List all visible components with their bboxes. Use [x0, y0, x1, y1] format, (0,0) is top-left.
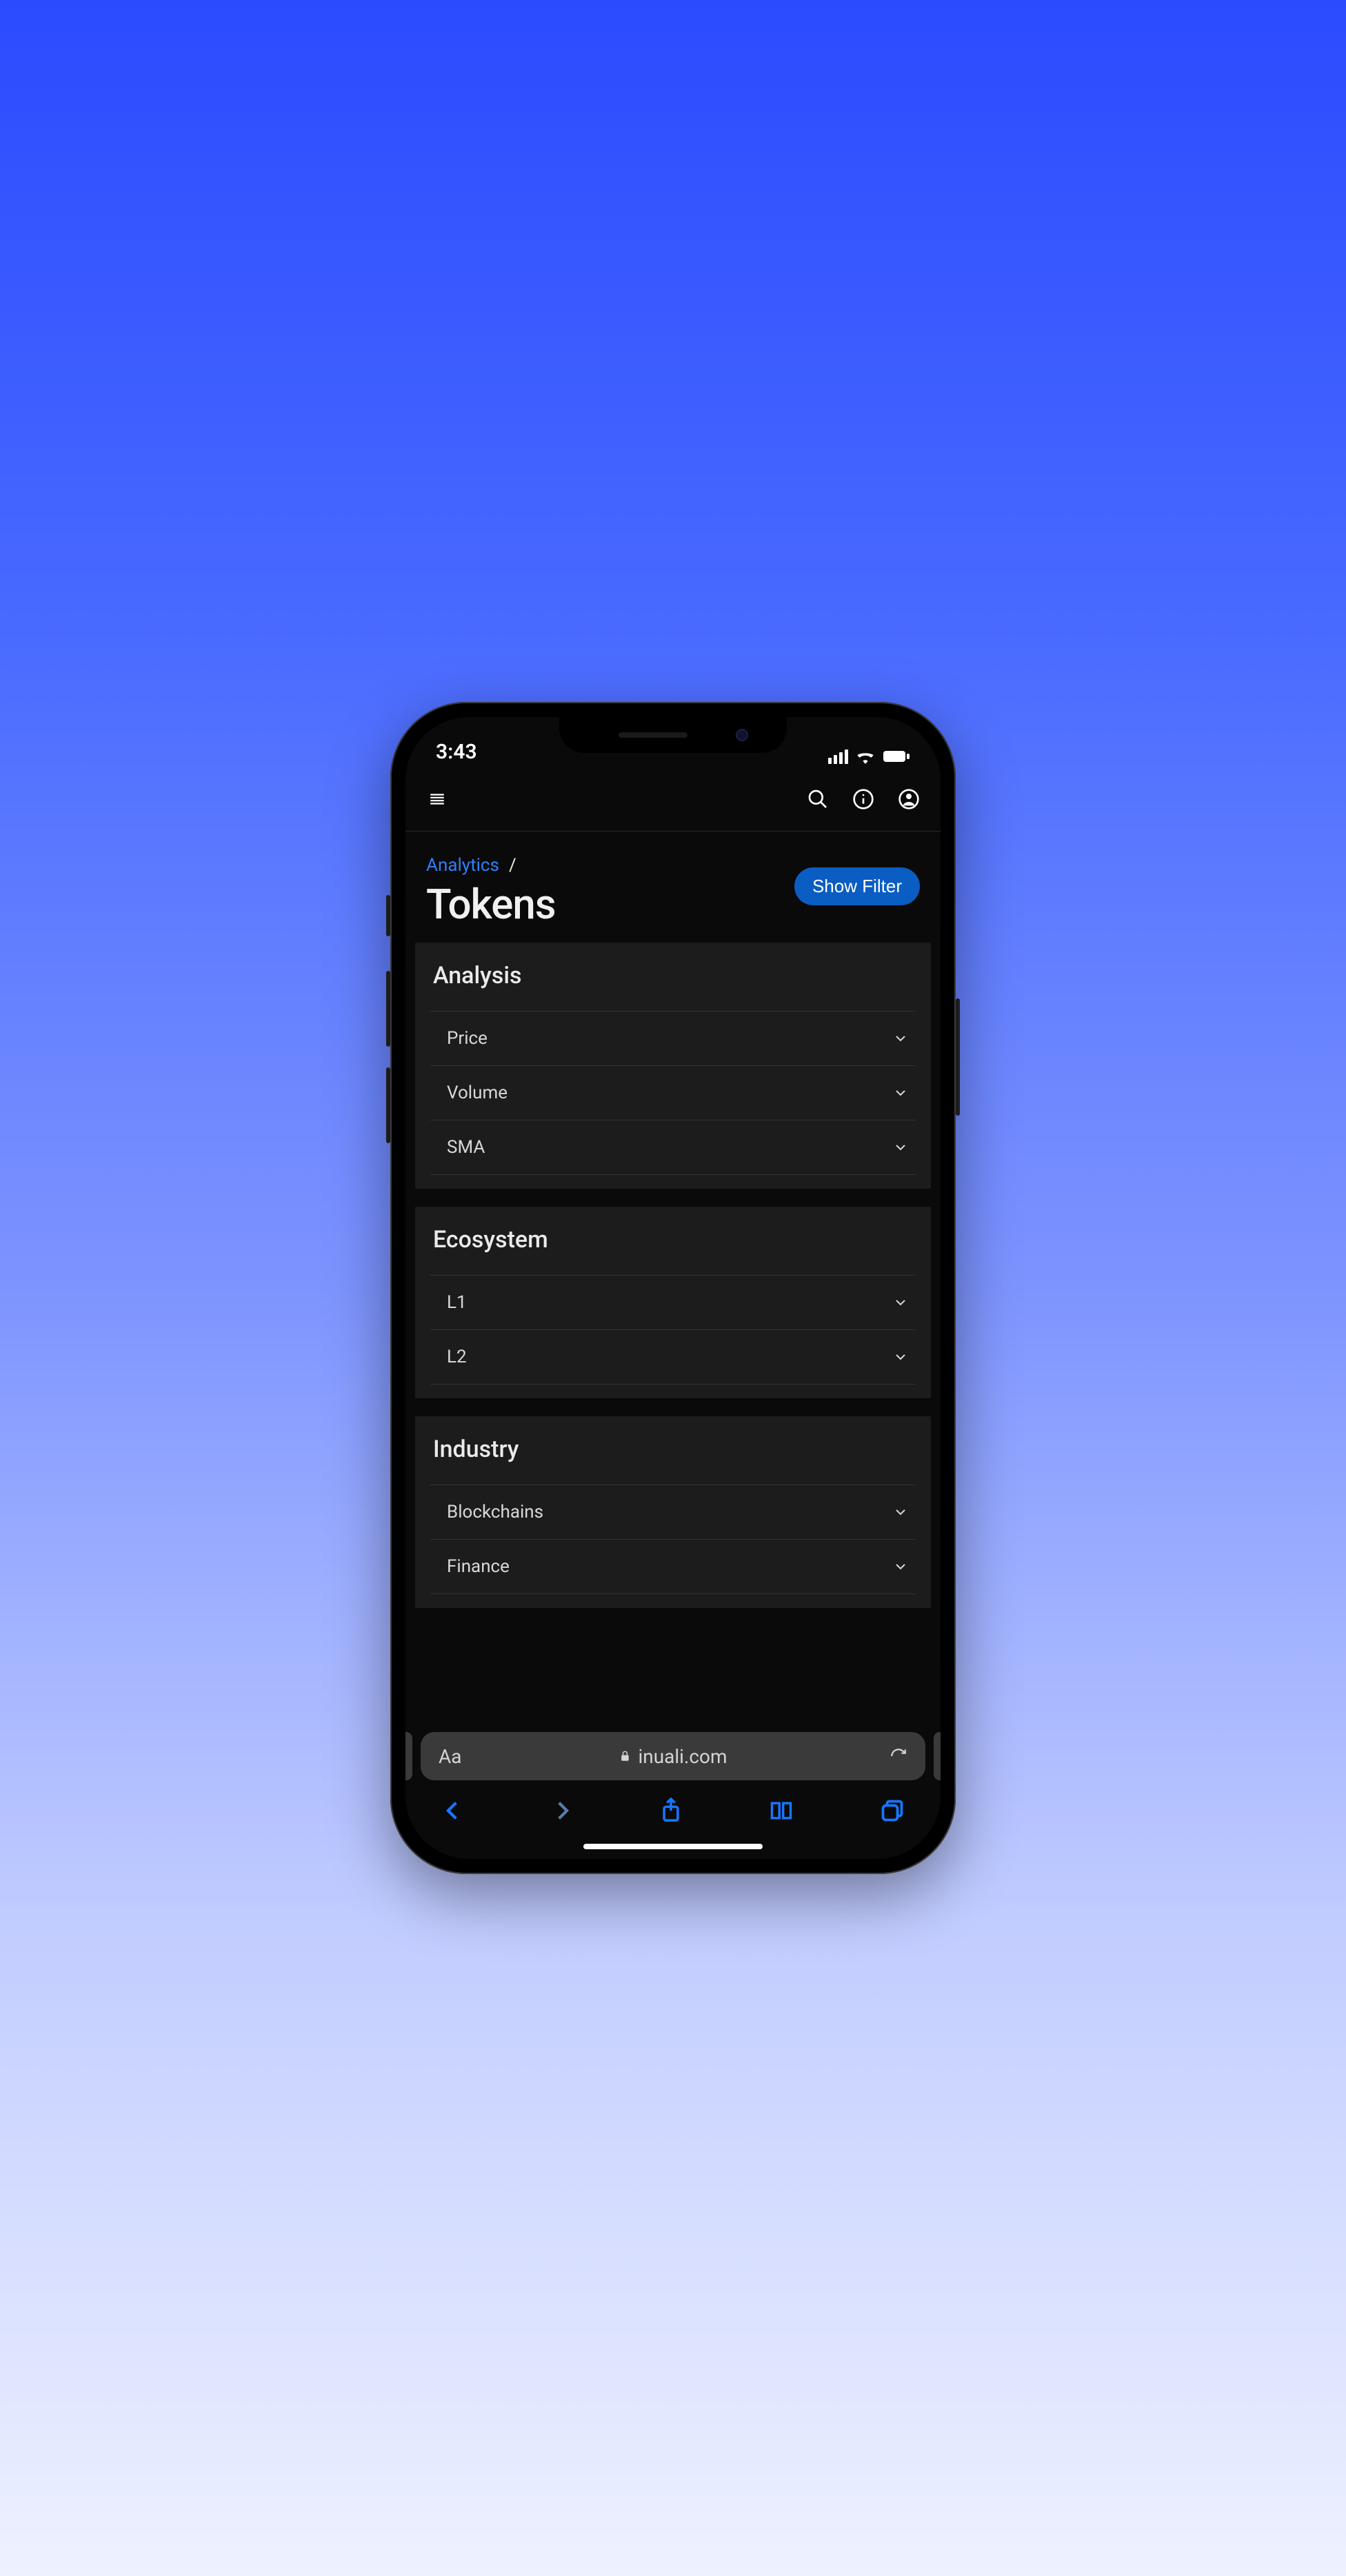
row-blockchains[interactable]: Blockchains	[430, 1485, 916, 1540]
content-area: Analysis Price Volume SMA Ecosystem L1	[405, 943, 941, 1732]
chevron-down-icon	[892, 1504, 909, 1520]
breadcrumb-separator: /	[509, 855, 516, 876]
back-button[interactable]	[441, 1799, 465, 1825]
status-time: 3:43	[436, 740, 477, 764]
row-volume[interactable]: Volume	[430, 1065, 916, 1120]
share-button[interactable]	[659, 1797, 683, 1827]
panel-title: Analysis	[430, 962, 916, 989]
row-finance[interactable]: Finance	[430, 1539, 916, 1594]
bookmarks-button[interactable]	[768, 1799, 794, 1825]
show-filter-button[interactable]: Show Filter	[794, 867, 920, 905]
chevron-down-icon	[892, 1349, 909, 1365]
forward-button[interactable]	[550, 1799, 574, 1825]
row-label: SMA	[447, 1137, 485, 1158]
browser-chrome: Aa inuali.com	[405, 1732, 941, 1859]
row-sma[interactable]: SMA	[430, 1120, 916, 1175]
url-bar[interactable]: Aa inuali.com	[421, 1732, 925, 1780]
volume-up-button	[386, 971, 390, 1047]
app-header	[405, 767, 941, 832]
row-label: Finance	[447, 1556, 510, 1577]
row-label: L2	[447, 1347, 467, 1367]
cellular-icon	[828, 749, 848, 764]
volume-down-button	[386, 1067, 390, 1143]
url-domain: inuali.com	[638, 1745, 727, 1768]
row-label: Blockchains	[447, 1502, 543, 1522]
phone-frame: 3:43	[390, 702, 956, 1874]
search-icon[interactable]	[807, 788, 829, 810]
reload-icon[interactable]	[890, 1747, 907, 1765]
power-button	[956, 998, 960, 1116]
chevron-down-icon	[892, 1030, 909, 1047]
page-title: Tokens	[426, 880, 556, 929]
wifi-icon	[855, 749, 876, 764]
panel-title: Industry	[430, 1436, 916, 1463]
panel-analysis: Analysis Price Volume SMA	[415, 943, 931, 1189]
home-indicator[interactable]	[583, 1844, 763, 1849]
row-l2[interactable]: L2	[430, 1329, 916, 1385]
battery-icon	[883, 749, 910, 763]
row-price[interactable]: Price	[430, 1011, 916, 1066]
row-label: Price	[447, 1028, 488, 1049]
tabs-button[interactable]	[880, 1798, 905, 1826]
chevron-down-icon	[892, 1558, 909, 1575]
page-head: Analytics / Tokens Show Filter	[405, 832, 941, 943]
panel-ecosystem: Ecosystem L1 L2	[415, 1207, 931, 1398]
panel-industry: Industry Blockchains Finance	[415, 1416, 931, 1608]
chevron-down-icon	[892, 1139, 909, 1156]
menu-icon[interactable]	[426, 790, 448, 808]
reader-mode-button[interactable]: Aa	[439, 1745, 462, 1768]
silence-switch	[386, 895, 390, 936]
row-label: Volume	[447, 1083, 508, 1103]
panel-title: Ecosystem	[430, 1226, 916, 1254]
account-icon[interactable]	[898, 788, 920, 810]
chevron-down-icon	[892, 1085, 909, 1101]
lock-icon	[619, 1749, 631, 1763]
browser-toolbar	[415, 1780, 931, 1840]
notch	[559, 717, 787, 753]
row-label: L1	[447, 1292, 467, 1313]
row-l1[interactable]: L1	[430, 1275, 916, 1330]
breadcrumb: Analytics /	[426, 855, 556, 876]
chevron-down-icon	[892, 1294, 909, 1311]
info-icon[interactable]	[852, 788, 874, 810]
breadcrumb-root[interactable]: Analytics	[426, 855, 499, 876]
